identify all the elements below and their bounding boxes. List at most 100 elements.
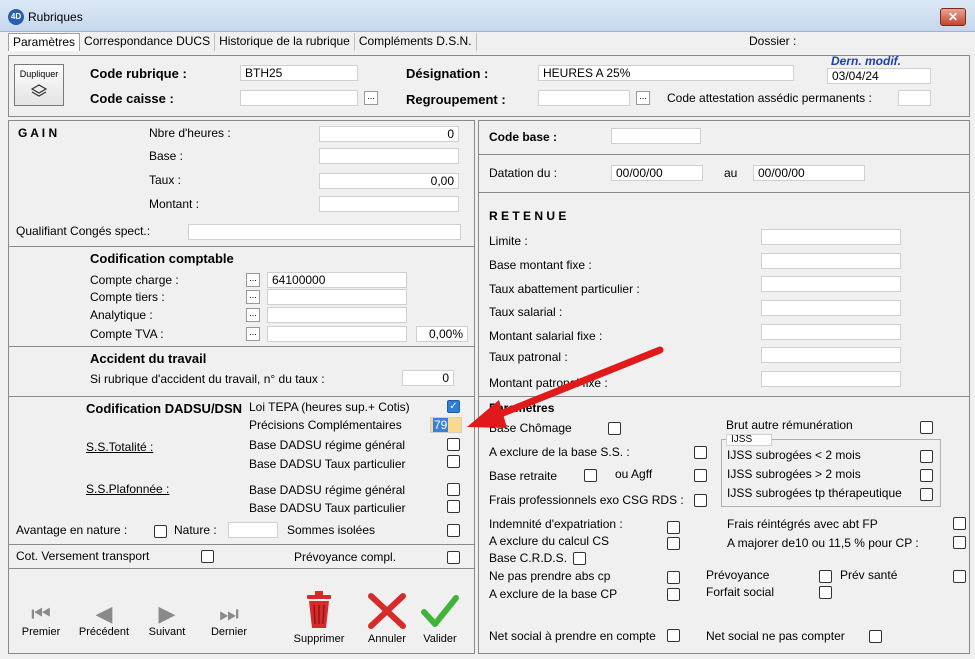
montant-patronal-fixe-input[interactable] <box>761 371 901 387</box>
frais-reintegres-checkbox[interactable] <box>953 517 966 530</box>
avantage-checkbox[interactable] <box>154 525 167 538</box>
a-exclure-ss-label: A exclure de la base S.S. : <box>489 445 630 459</box>
taux-abattement-input[interactable] <box>761 276 901 292</box>
a-majorer-checkbox[interactable] <box>953 536 966 549</box>
taux-input[interactable]: 0,00 <box>319 173 459 189</box>
nature-input[interactable] <box>228 522 278 538</box>
precisions-label: Précisions Complémentaires <box>249 418 402 432</box>
check-icon <box>421 595 459 627</box>
taux-salarial-input[interactable] <box>761 300 901 316</box>
nbre-heures-input[interactable]: 0 <box>319 126 459 142</box>
forfait-social-checkbox[interactable] <box>819 586 832 599</box>
prevoyance-checkbox[interactable] <box>819 570 832 583</box>
prevoyance-compl-checkbox[interactable] <box>447 551 460 564</box>
annuler-label: Annuler <box>368 633 406 645</box>
attestation-label: Code attestation assédic permanents : <box>667 91 872 105</box>
au-label: au <box>724 166 738 180</box>
ou-agff-checkbox[interactable] <box>694 469 707 482</box>
ou-agff-label: ou Agff <box>615 467 653 481</box>
montant-input[interactable] <box>319 196 459 212</box>
tab-correspondance-ducs[interactable]: Correspondance DUCS <box>80 33 216 51</box>
suivant-button[interactable]: ▶ Suivant <box>141 602 193 639</box>
ijss-lt2-checkbox[interactable] <box>920 450 933 463</box>
tab-parametres[interactable]: Paramètres <box>8 33 81 51</box>
accident-label: Si rubrique d'accident du travail, n° du… <box>90 372 325 386</box>
base-input[interactable] <box>319 148 459 164</box>
supprimer-button[interactable]: Supprimer <box>290 590 348 645</box>
base-retraite-checkbox[interactable] <box>584 469 597 482</box>
base-general-1-checkbox[interactable] <box>447 438 460 451</box>
prev-sante-checkbox[interactable] <box>953 570 966 583</box>
code-rubrique-input[interactable]: BTH25 <box>240 65 358 81</box>
designation-input[interactable]: HEURES A 25% <box>538 65 794 81</box>
ne-pas-prendre-checkbox[interactable] <box>667 571 680 584</box>
analytique-input[interactable] <box>267 307 407 323</box>
compte-tva-lookup-button[interactable]: ... <box>246 327 260 341</box>
attestation-input[interactable] <box>898 90 931 106</box>
ijss-tp-checkbox[interactable] <box>920 488 933 501</box>
tab-complements-dsn[interactable]: Compléments D.S.N. <box>355 33 477 51</box>
header-panel <box>8 55 970 117</box>
accident-taux-input[interactable]: 0 <box>402 370 454 386</box>
base-retraite-label: Base retraite <box>489 469 558 483</box>
base-crds-checkbox[interactable] <box>573 552 586 565</box>
frais-pro-checkbox[interactable] <box>694 494 707 507</box>
prevoyance-label: Prévoyance <box>706 568 770 582</box>
ss-totalite-label: S.S.Totalité : <box>86 440 154 454</box>
frais-pro-label: Frais professionnels exo CSG RDS : <box>489 493 684 507</box>
code-base-input[interactable] <box>611 128 701 144</box>
limite-input[interactable] <box>761 229 901 245</box>
base-taux-1-checkbox[interactable] <box>447 455 460 468</box>
frais-reintegres-label: Frais réintégrés avec abt FP <box>727 517 878 531</box>
dossier-label: Dossier : <box>749 34 797 48</box>
compte-tiers-input[interactable] <box>267 289 407 305</box>
retenue-title: R E T E N U E <box>489 209 567 223</box>
compte-tva-input[interactable] <box>267 326 407 342</box>
brut-autre-checkbox[interactable] <box>920 421 933 434</box>
cot-transport-checkbox[interactable] <box>201 550 214 563</box>
ijss-gt2-checkbox[interactable] <box>920 469 933 482</box>
base-montant-fixe-label: Base montant fixe : <box>489 258 592 272</box>
cancel-icon <box>368 593 406 629</box>
precedent-button[interactable]: ◀ Précédent <box>76 602 132 639</box>
net-social-prendre-checkbox[interactable] <box>667 629 680 642</box>
taux-patronal-input[interactable] <box>761 347 901 363</box>
annotation-arrow-icon <box>467 346 664 428</box>
dernier-button[interactable]: ⏭ Dernier <box>204 602 254 639</box>
code-caisse-lookup-button[interactable]: ... <box>364 91 378 105</box>
compte-tiers-lookup-button[interactable]: ... <box>246 290 260 304</box>
net-social-ne-pas-checkbox[interactable] <box>869 630 882 643</box>
regroupement-lookup-button[interactable]: ... <box>636 91 650 105</box>
base-taux-1-label: Base DADSU Taux particulier <box>249 457 406 471</box>
a-exclure-ss-checkbox[interactable] <box>694 446 707 459</box>
base-general-2-checkbox[interactable] <box>447 483 460 496</box>
compte-charge-input[interactable]: 64100000 <box>267 272 407 288</box>
tab-historique[interactable]: Historique de la rubrique <box>215 33 355 51</box>
datation-from-input[interactable]: 00/00/00 <box>611 165 703 181</box>
base-taux-2-checkbox[interactable] <box>447 500 460 513</box>
valider-button[interactable]: Valider <box>416 592 464 645</box>
annuler-button[interactable]: Annuler <box>362 592 412 645</box>
base-montant-fixe-input[interactable] <box>761 253 901 269</box>
title-bar <box>0 0 975 32</box>
avantage-label: Avantage en nature : <box>16 523 128 537</box>
accident-title: Accident du travail <box>90 351 207 366</box>
premier-button[interactable]: ⏮ Premier <box>16 602 66 639</box>
compte-charge-lookup-button[interactable]: ... <box>246 273 260 287</box>
code-caisse-input[interactable] <box>240 90 358 106</box>
datation-to-input[interactable]: 00/00/00 <box>753 165 865 181</box>
analytique-label: Analytique : <box>90 308 153 322</box>
regroupement-input[interactable] <box>538 90 630 106</box>
close-button[interactable]: ✕ <box>940 8 966 26</box>
divider <box>8 544 475 545</box>
a-exclure-cs-checkbox[interactable] <box>667 537 680 550</box>
a-exclure-cp-checkbox[interactable] <box>667 588 680 601</box>
montant-salarial-fixe-input[interactable] <box>761 324 901 340</box>
dupliquer-button[interactable]: Dupliquer <box>14 64 64 106</box>
analytique-lookup-button[interactable]: ... <box>246 308 260 322</box>
supprimer-label: Supprimer <box>293 633 345 645</box>
prevoyance-compl-label: Prévoyance compl. <box>294 550 397 564</box>
indemnite-expat-checkbox[interactable] <box>667 521 680 534</box>
sommes-isolees-checkbox[interactable] <box>447 524 460 537</box>
qualifiant-input[interactable] <box>188 224 461 240</box>
